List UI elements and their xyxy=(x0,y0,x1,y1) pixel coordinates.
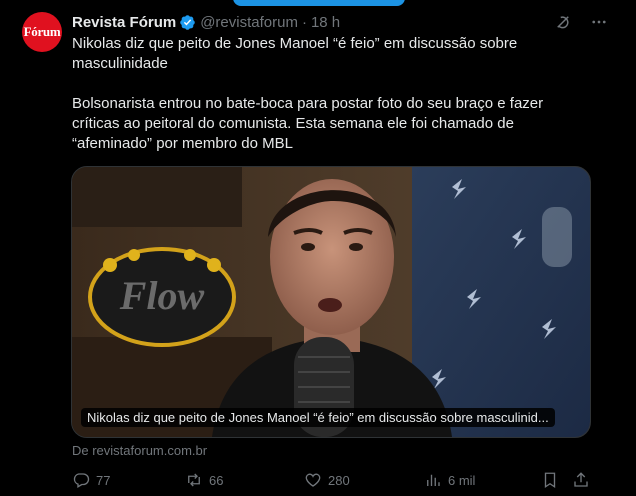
grok-icon[interactable] xyxy=(554,13,572,36)
author-name[interactable]: Revista Fórum xyxy=(72,14,176,31)
verified-badge-icon[interactable] xyxy=(179,14,196,31)
heart-icon xyxy=(305,473,321,487)
header-actions xyxy=(554,13,608,36)
share-button[interactable] xyxy=(572,469,590,491)
tweet-body: Bolsonarista entrou no bate-boca para po… xyxy=(72,95,544,152)
link-card-image[interactable]: Flow Nikolas diz que peito de Jones Mano… xyxy=(71,166,591,438)
reply-icon xyxy=(73,473,90,488)
timestamp[interactable]: 18 h xyxy=(311,14,340,31)
tweet-text: Nikolas diz que peito de Jones Manoel “é… xyxy=(72,34,592,154)
views-chart-icon xyxy=(427,474,440,486)
like-count: 280 xyxy=(328,472,350,488)
flow-sign: Flow xyxy=(88,247,236,347)
flow-sign-text: Flow xyxy=(119,273,205,318)
views-count: 6 mil xyxy=(448,472,476,488)
reply-button[interactable]: 77 xyxy=(72,469,110,491)
link-source[interactable]: De revistaforum.com.br xyxy=(72,443,207,458)
action-bar: 77 66 280 6 mil xyxy=(72,469,592,491)
separator-dot: · xyxy=(301,13,307,31)
more-options-icon[interactable] xyxy=(590,13,608,36)
bookmark-button[interactable] xyxy=(541,469,559,491)
repost-icon xyxy=(188,473,200,487)
tweet-headline: Nikolas diz que peito de Jones Manoel “é… xyxy=(72,35,518,72)
like-button[interactable]: 280 xyxy=(304,469,350,491)
video-still-image: Flow xyxy=(72,167,590,437)
avatar[interactable]: Fórum xyxy=(22,12,62,52)
author-handle[interactable]: @revistaforum xyxy=(200,14,298,31)
card-caption: Nikolas diz que peito de Jones Manoel “é… xyxy=(81,408,555,427)
avatar-logo-text: Fórum xyxy=(23,24,61,39)
bookmark-icon xyxy=(544,472,556,489)
reply-count: 77 xyxy=(96,472,111,488)
repost-button[interactable]: 66 xyxy=(185,469,223,491)
share-icon xyxy=(574,472,588,487)
repost-count: 66 xyxy=(209,472,224,488)
views-button[interactable]: 6 mil xyxy=(424,469,475,491)
tweet-header: Revista Fórum @revistaforum · 18 h xyxy=(72,12,340,32)
tweet[interactable]: Fórum Revista Fórum @revistaforum · 18 h… xyxy=(0,0,636,496)
